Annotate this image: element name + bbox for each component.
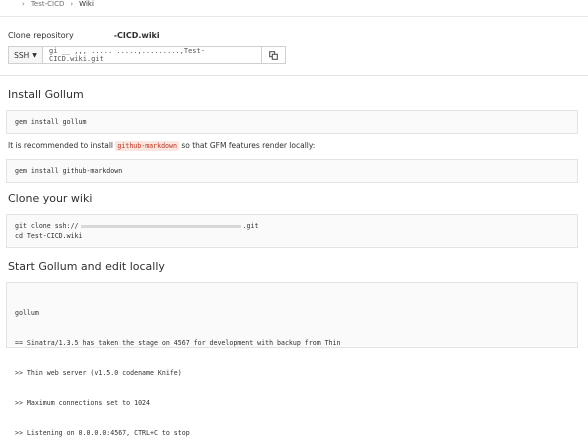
code-block-start-gollum: gollum == Sinatra/1.3.5 has taken the st… [6, 282, 578, 437]
section-divider [0, 75, 588, 76]
divider [0, 16, 588, 17]
section-title-start-gollum: Start Gollum and edit locally [8, 260, 165, 273]
clone-command-start: git clone ssh:// [15, 222, 79, 230]
protocol-dropdown[interactable]: SSH ▼ [8, 46, 42, 64]
code-line: git clone ssh:// .git [15, 221, 569, 231]
code-line: gollum [15, 309, 39, 317]
code-line: >> Thin web server (v1.5.0 codename Knif… [15, 369, 182, 377]
clone-command-end: .git [242, 222, 259, 230]
code-line: cd Test-CICD.wiki [15, 232, 83, 240]
gfm-note-after: so that GFM features render locally: [178, 141, 316, 150]
section-title-clone-wiki: Clone your wiki [8, 192, 93, 205]
gfm-note-before: It is recommended to install [8, 141, 116, 150]
breadcrumb-wiki[interactable]: Wiki [79, 0, 94, 8]
code-line: >> Maximum connections set to 1024 [15, 399, 150, 407]
clone-repository-label: Clone repository -CICD.wiki [8, 31, 160, 40]
code-block-install-github-markdown: gem install github-markdown [6, 159, 578, 183]
code-block-clone: git clone ssh:// .git cd Test-CICD.wiki [6, 214, 578, 248]
chevron-down-icon: ▼ [32, 51, 37, 59]
inline-code-github-markdown: github-markdown [115, 141, 179, 151]
breadcrumb: › Test-CICD › Wiki [22, 0, 94, 8]
code-block-install: gem install gollum [6, 110, 578, 134]
repo-name: -CICD.wiki [113, 31, 160, 40]
code-line: == Sinatra/1.3.5 has taken the stage on … [15, 339, 341, 347]
code-line: >> Listening on 0.0.0.0:4567, CTRL+C to … [15, 429, 190, 437]
breadcrumb-separator: › [70, 0, 74, 8]
clone-url-input[interactable]: gi __ ,,, ..... .....,.........,Test-CIC… [42, 46, 262, 64]
gfm-note: It is recommended to install github-mark… [8, 141, 316, 151]
breadcrumb-project[interactable]: Test-CICD [31, 0, 65, 8]
copy-url-button[interactable] [262, 46, 286, 64]
clone-url-group: SSH ▼ gi __ ,,, ..... .....,.........,Te… [8, 46, 286, 64]
protocol-label: SSH [14, 50, 30, 60]
copy-icon [269, 50, 278, 60]
section-title-install-gollum: Install Gollum [8, 88, 84, 101]
breadcrumb-separator: › [22, 0, 25, 8]
redacted-host [80, 224, 241, 228]
clone-label-text: Clone repository [8, 31, 74, 40]
